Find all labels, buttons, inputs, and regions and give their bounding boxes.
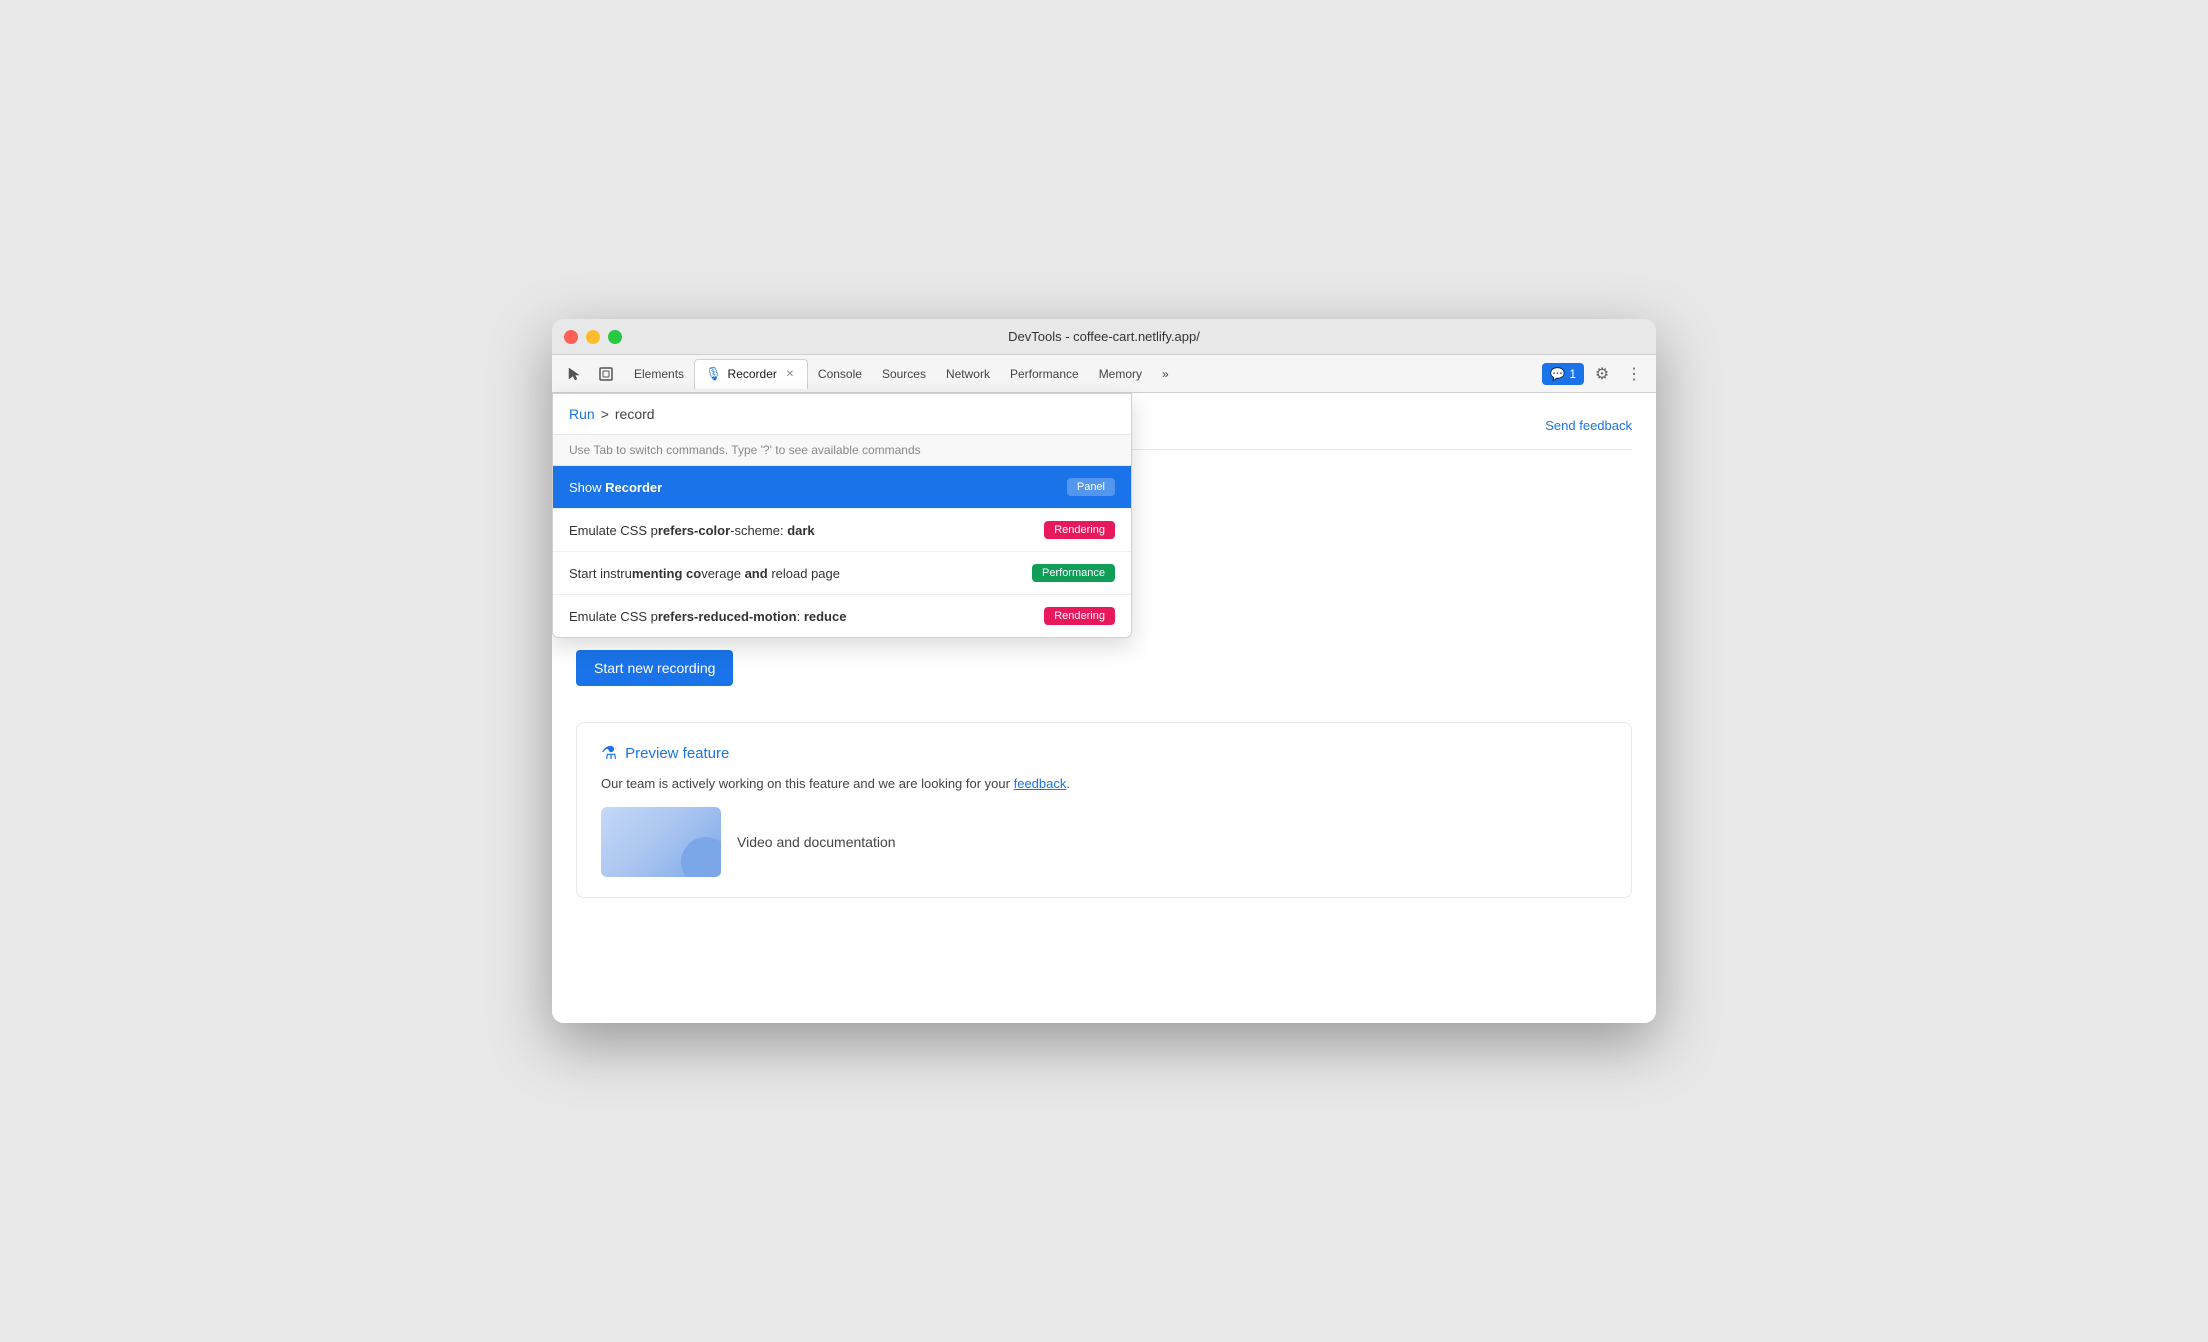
tab-recorder[interactable]: 🎙 Recorder ✕ — [694, 359, 808, 389]
window-title: DevTools - coffee-cart.netlify.app/ — [1008, 329, 1200, 344]
tab-console[interactable]: Console — [808, 359, 872, 389]
tab-network[interactable]: Network — [936, 359, 1000, 389]
flask-icon: ⚗ — [601, 743, 617, 764]
main-area: + No recordings Send feedback Measure pe… — [552, 393, 1656, 1023]
gt-symbol: > — [601, 406, 609, 422]
performance-badge: Performance — [1032, 564, 1115, 582]
tab-more[interactable]: » — [1152, 359, 1179, 389]
cmd-item-show-recorder[interactable]: Show Recorder Panel — [553, 466, 1131, 509]
feedback-count-button[interactable]: 💬 1 — [1542, 363, 1584, 385]
command-input-row: Run > record — [553, 394, 1131, 435]
chat-icon: 💬 — [1550, 367, 1565, 381]
devtools-window: DevTools - coffee-cart.netlify.app/ Elem… — [552, 319, 1656, 1023]
cmd-item-text: Emulate CSS prefers-color-scheme: dark — [569, 523, 1036, 538]
tab-performance[interactable]: Performance — [1000, 359, 1089, 389]
cmd-item-text: Emulate CSS prefers-reduced-motion: redu… — [569, 609, 1036, 624]
tab-sources[interactable]: Sources — [872, 359, 936, 389]
video-doc-row: Video and documentation — [601, 807, 1607, 877]
inspect-icon[interactable] — [592, 360, 620, 388]
command-input-text[interactable]: record — [615, 406, 655, 422]
cmd-item-emulate-dark[interactable]: Emulate CSS prefers-color-scheme: dark R… — [553, 509, 1131, 552]
preview-box: ⚗ Preview feature Our team is actively w… — [576, 722, 1632, 898]
panel-badge: Panel — [1067, 478, 1115, 496]
tab-bar: Elements 🎙 Recorder ✕ Console Sources Ne… — [552, 355, 1656, 393]
cmd-item-text: Start instrumenting coverage and reload … — [569, 566, 1024, 581]
tab-elements[interactable]: Elements — [624, 359, 694, 389]
recorder-panel: + No recordings Send feedback Measure pe… — [552, 393, 1656, 1023]
video-doc-label: Video and documentation — [737, 834, 896, 850]
preview-description: Our team is actively working on this fea… — [601, 776, 1607, 791]
rendering-badge: Rendering — [1044, 521, 1115, 539]
start-new-recording-button[interactable]: Start new recording — [576, 650, 733, 686]
cursor-icon[interactable] — [560, 360, 588, 388]
more-options-icon[interactable]: ⋮ — [1620, 360, 1648, 388]
cmd-item-text: Show Recorder — [569, 480, 1059, 495]
command-hint: Use Tab to switch commands. Type '?' to … — [553, 435, 1131, 466]
traffic-lights — [564, 330, 622, 344]
preview-header: ⚗ Preview feature — [601, 743, 1607, 764]
preview-title: Preview feature — [625, 745, 729, 762]
tab-memory[interactable]: Memory — [1089, 359, 1152, 389]
settings-icon[interactable]: ⚙ — [1588, 360, 1616, 388]
command-palette[interactable]: Run > record Use Tab to switch commands.… — [552, 393, 1132, 638]
close-button[interactable] — [564, 330, 578, 344]
maximize-button[interactable] — [608, 330, 622, 344]
feedback-link[interactable]: feedback — [1014, 776, 1067, 791]
thumbnail-decoration — [681, 837, 721, 877]
rendering-badge-2: Rendering — [1044, 607, 1115, 625]
tab-close-icon[interactable]: ✕ — [783, 367, 797, 381]
video-thumbnail — [601, 807, 721, 877]
cmd-item-start-coverage[interactable]: Start instrumenting coverage and reload … — [553, 552, 1131, 595]
run-label: Run — [569, 406, 595, 422]
title-bar: DevTools - coffee-cart.netlify.app/ — [552, 319, 1656, 355]
send-feedback-link[interactable]: Send feedback — [1545, 418, 1632, 433]
tab-right-tools: 💬 1 ⚙ ⋮ — [1542, 360, 1648, 388]
cmd-item-emulate-reduced[interactable]: Emulate CSS prefers-reduced-motion: redu… — [553, 595, 1131, 637]
recorder-icon: 🎙 — [705, 366, 722, 382]
minimize-button[interactable] — [586, 330, 600, 344]
